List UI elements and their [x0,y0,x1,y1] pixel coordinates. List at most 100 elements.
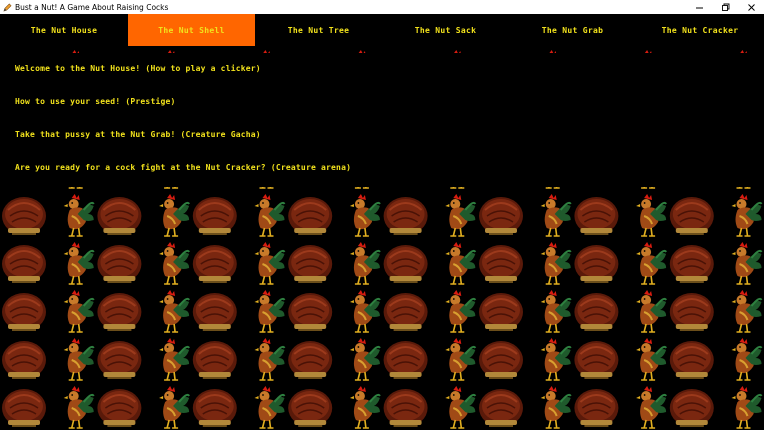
rooster-icon [730,337,763,381]
tab-bar: The Nut House The Nut Shell The Nut Tree… [0,14,764,46]
chestnut-icon [287,196,334,236]
chestnut-icon [478,244,524,284]
chestnut-icon [191,196,238,236]
rooster-icon [348,193,381,237]
rooster-icon [730,241,763,285]
rooster-icon [62,385,95,429]
rooster-icon [635,337,668,381]
tab-nut-sack[interactable]: The Nut Sack [382,14,509,46]
chestnut-icon [191,340,238,380]
rooster-icon [444,241,477,285]
link-prestige-help[interactable]: How to use your seed! (Prestige) [15,97,176,106]
chestnut-icon [96,388,143,428]
chestnut-icon [382,292,429,332]
window-controls [686,0,764,14]
chestnut-icon [287,244,334,284]
rooster-icon [158,193,191,237]
title-bar: Bust a Nut! A Game About Raising Cocks [0,0,764,14]
rooster-icon [348,241,381,285]
rooster-icon [253,241,286,285]
chestnut-icon [96,340,143,380]
chestnut-icon [96,292,143,332]
chestnut-icon [478,292,524,332]
chestnut-icon [191,244,238,284]
rooster-icon [539,337,572,381]
chestnut-icon [191,388,238,428]
rooster-icon [158,337,191,381]
chestnut-icon [668,292,715,332]
chestnut-icon [382,196,429,236]
rooster-icon [62,241,95,285]
chestnut-icon [573,244,620,284]
chestnut-icon [1,292,47,332]
game-window: Bust a Nut! A Game About Raising Cocks T… [0,0,764,430]
rooster-icon [253,385,286,429]
rooster-icon [444,193,477,237]
rooster-icon [635,193,668,237]
chestnut-icon [668,340,715,380]
rooster-icon [730,289,763,333]
minimize-icon[interactable] [686,0,712,14]
chestnut-icon [96,244,143,284]
rooster-icon [348,385,381,429]
chestnut-icon [287,292,334,332]
tab-nut-grab[interactable]: The Nut Grab [509,14,636,46]
chestnut-icon [96,196,143,236]
rooster-icon [730,193,763,237]
rooster-icon [444,385,477,429]
chestnut-icon [382,244,429,284]
rooster-icon [539,241,572,285]
chestnut-icon [668,244,715,284]
content-panel: Welcome to the Nut House! (How to play a… [0,53,764,187]
rooster-icon [253,337,286,381]
tab-nut-cracker[interactable]: The Nut Cracker [636,14,764,46]
rooster-icon [635,241,668,285]
chestnut-icon [573,388,620,428]
rooster-icon [635,289,668,333]
chestnut-icon [478,340,524,380]
chestnut-icon [668,196,715,236]
rooster-icon [730,385,763,429]
chestnut-icon [1,244,47,284]
link-gacha-help[interactable]: Take that pussy at the Nut Grab! (Creatu… [15,130,261,139]
chestnut-icon [1,340,47,380]
rooster-icon [62,337,95,381]
chestnut-icon [668,388,715,428]
rooster-icon [539,289,572,333]
tab-nut-shell[interactable]: The Nut Shell [128,14,255,46]
close-icon[interactable] [738,0,764,14]
rooster-icon [539,385,572,429]
chestnut-icon [573,292,620,332]
chestnut-icon [382,340,429,380]
rooster-icon [444,337,477,381]
chestnut-icon [478,388,524,428]
tab-nut-house[interactable]: The Nut House [0,14,128,46]
link-arena-help[interactable]: Are you ready for a cock fight at the Nu… [15,163,351,172]
chestnut-icon [382,388,429,428]
rooster-icon [635,385,668,429]
rooster-icon [158,385,191,429]
rooster-icon [62,193,95,237]
tab-nut-tree[interactable]: The Nut Tree [255,14,382,46]
chestnut-icon [1,196,47,236]
rooster-icon [62,289,95,333]
rooster-icon [444,289,477,333]
link-nut-house-help[interactable]: Welcome to the Nut House! (How to play a… [15,64,261,73]
chestnut-icon [573,340,620,380]
app-pencil-icon [3,3,12,12]
chestnut-icon [573,196,620,236]
window-title: Bust a Nut! A Game About Raising Cocks [15,2,169,12]
rooster-icon [253,193,286,237]
rooster-icon [348,337,381,381]
chestnut-icon [1,388,47,428]
chestnut-icon [478,196,524,236]
rooster-icon [158,241,191,285]
chestnut-icon [287,388,334,428]
rooster-icon [253,289,286,333]
rooster-icon [539,193,572,237]
rooster-icon [348,289,381,333]
chestnut-icon [191,292,238,332]
restore-icon[interactable] [712,0,738,14]
chestnut-icon [287,340,334,380]
rooster-icon [158,289,191,333]
